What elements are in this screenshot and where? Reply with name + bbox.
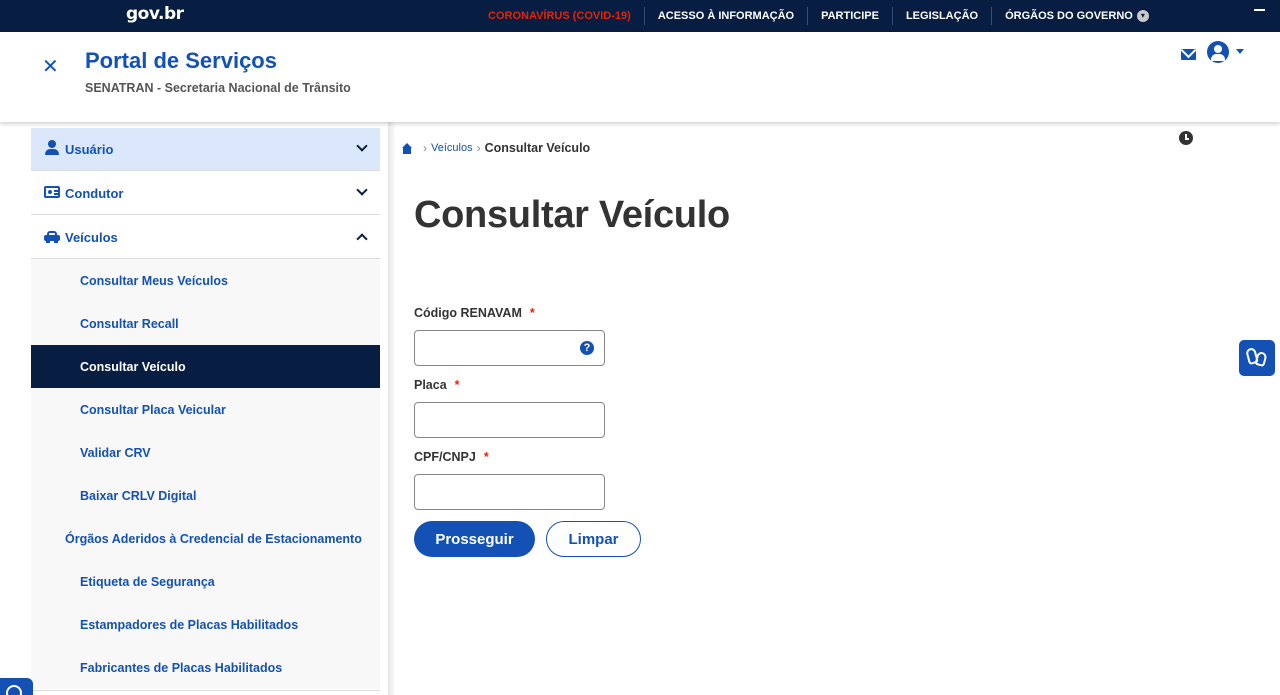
minimize-icon[interactable] [1254, 9, 1265, 11]
mail-icon[interactable] [1181, 49, 1196, 60]
link-participe[interactable]: PARTICIPE [808, 7, 893, 25]
cpf-cnpj-label: CPF/CNPJ * [414, 450, 489, 464]
required-marker: * [454, 378, 460, 392]
breadcrumb-current: Consultar Veículo [484, 141, 591, 155]
divider [31, 690, 380, 691]
sidebar-subitem-orgaos-aderidos[interactable]: Órgãos Aderidos à Credencial de Estacion… [31, 517, 380, 560]
required-marker: * [483, 450, 489, 464]
sidebar-subitem-consultar-veiculo[interactable]: Consultar Veículo [31, 345, 380, 388]
breadcrumb-separator: › [423, 141, 427, 155]
sidebar-item-condutor[interactable]: Condutor [31, 172, 380, 215]
link-acesso-informacao[interactable]: ACESSO À INFORMAÇÃO [645, 7, 809, 25]
chevron-down-icon [356, 140, 368, 152]
accessibility-icon[interactable] [0, 678, 33, 695]
sidebar-subitem-validar-crv[interactable]: Validar CRV [31, 431, 380, 474]
chevron-down-icon [356, 184, 368, 196]
close-icon[interactable]: ✕ [42, 54, 59, 79]
portal-subtitle: SENATRAN - Secretaria Nacional de Trânsi… [85, 81, 351, 95]
sidebar-item-veiculos[interactable]: Veículos [31, 216, 380, 259]
govbr-logo[interactable]: gov.br [126, 4, 184, 24]
gov-top-bar: gov.br CORONAVÍRUS (COVID-19) ACESSO À I… [0, 0, 1280, 32]
sidebar-subitem-baixar-crlv[interactable]: Baixar CRLV Digital [31, 474, 380, 517]
link-legislacao[interactable]: LEGISLAÇÃO [893, 7, 993, 25]
link-coronavirus[interactable]: CORONAVÍRUS (COVID-19) [475, 7, 645, 25]
sidebar-subitem-fabricantes[interactable]: Fabricantes de Placas Habilitados [31, 646, 380, 689]
cpf-cnpj-input[interactable] [414, 474, 605, 510]
required-marker: * [529, 306, 535, 320]
clock-icon[interactable] [1179, 131, 1193, 145]
sidebar-subitem-consultar-placa[interactable]: Consultar Placa Veicular [31, 388, 380, 431]
breadcrumb-link-veiculos[interactable]: Veículos [431, 142, 473, 154]
sidebar-shadow [388, 122, 396, 695]
user-avatar-icon[interactable] [1207, 41, 1229, 63]
placa-label-text: Placa [414, 378, 447, 392]
sidebar-item-usuario[interactable]: Usuário [31, 128, 380, 171]
help-icon[interactable]: ? [580, 341, 594, 355]
sidebar-item-label: Usuário [65, 141, 114, 157]
caret-down-icon[interactable] [1236, 49, 1244, 54]
renavam-input[interactable] [414, 330, 605, 366]
portal-title[interactable]: Portal de Serviços [85, 48, 277, 74]
placa-input[interactable] [414, 402, 605, 438]
cpf-cnpj-label-text: CPF/CNPJ [414, 450, 476, 464]
link-orgaos-governo-label: ÓRGÃOS DO GOVERNO [1005, 10, 1133, 22]
prosseguir-button[interactable]: Prosseguir [414, 521, 535, 557]
car-icon [44, 228, 60, 244]
sidebar-item-label: Condutor [65, 185, 124, 201]
chevron-up-icon [356, 233, 368, 245]
renavam-label-text: Código RENAVAM [414, 306, 522, 320]
breadcrumb-separator: › [476, 141, 481, 155]
sidebar-subitem-consultar-recall[interactable]: Consultar Recall [31, 302, 380, 345]
user-icon [44, 140, 60, 156]
sidebar-menu: Usuário Condutor Veículos Consultar Meus… [31, 122, 396, 695]
chevron-down-icon: ▾ [1136, 10, 1149, 22]
placa-label: Placa * [414, 378, 460, 392]
link-orgaos-governo[interactable]: ÓRGÃOS DO GOVERNO ▾ [992, 7, 1162, 25]
home-icon[interactable] [401, 142, 413, 154]
sidebar-subitem-etiqueta-seguranca[interactable]: Etiqueta de Segurança [31, 560, 380, 603]
id-card-icon [44, 186, 60, 198]
renavam-label: Código RENAVAM * [414, 306, 535, 320]
limpar-button[interactable]: Limpar [546, 521, 641, 557]
site-header: ✕ Portal de Serviços SENATRAN - Secretar… [0, 32, 1280, 122]
breadcrumb: › Veículos › Consultar Veículo [401, 141, 590, 155]
page-title: Consultar Veículo [414, 194, 730, 236]
gov-links: CORONAVÍRUS (COVID-19) ACESSO À INFORMAÇ… [475, 0, 1162, 32]
sign-language-icon[interactable] [1239, 340, 1275, 376]
sidebar-subitem-consultar-meus-veiculos[interactable]: Consultar Meus Veículos [31, 259, 380, 302]
sidebar-subitem-estampadores[interactable]: Estampadores de Placas Habilitados [31, 603, 380, 646]
sidebar-item-label: Veículos [65, 229, 118, 245]
